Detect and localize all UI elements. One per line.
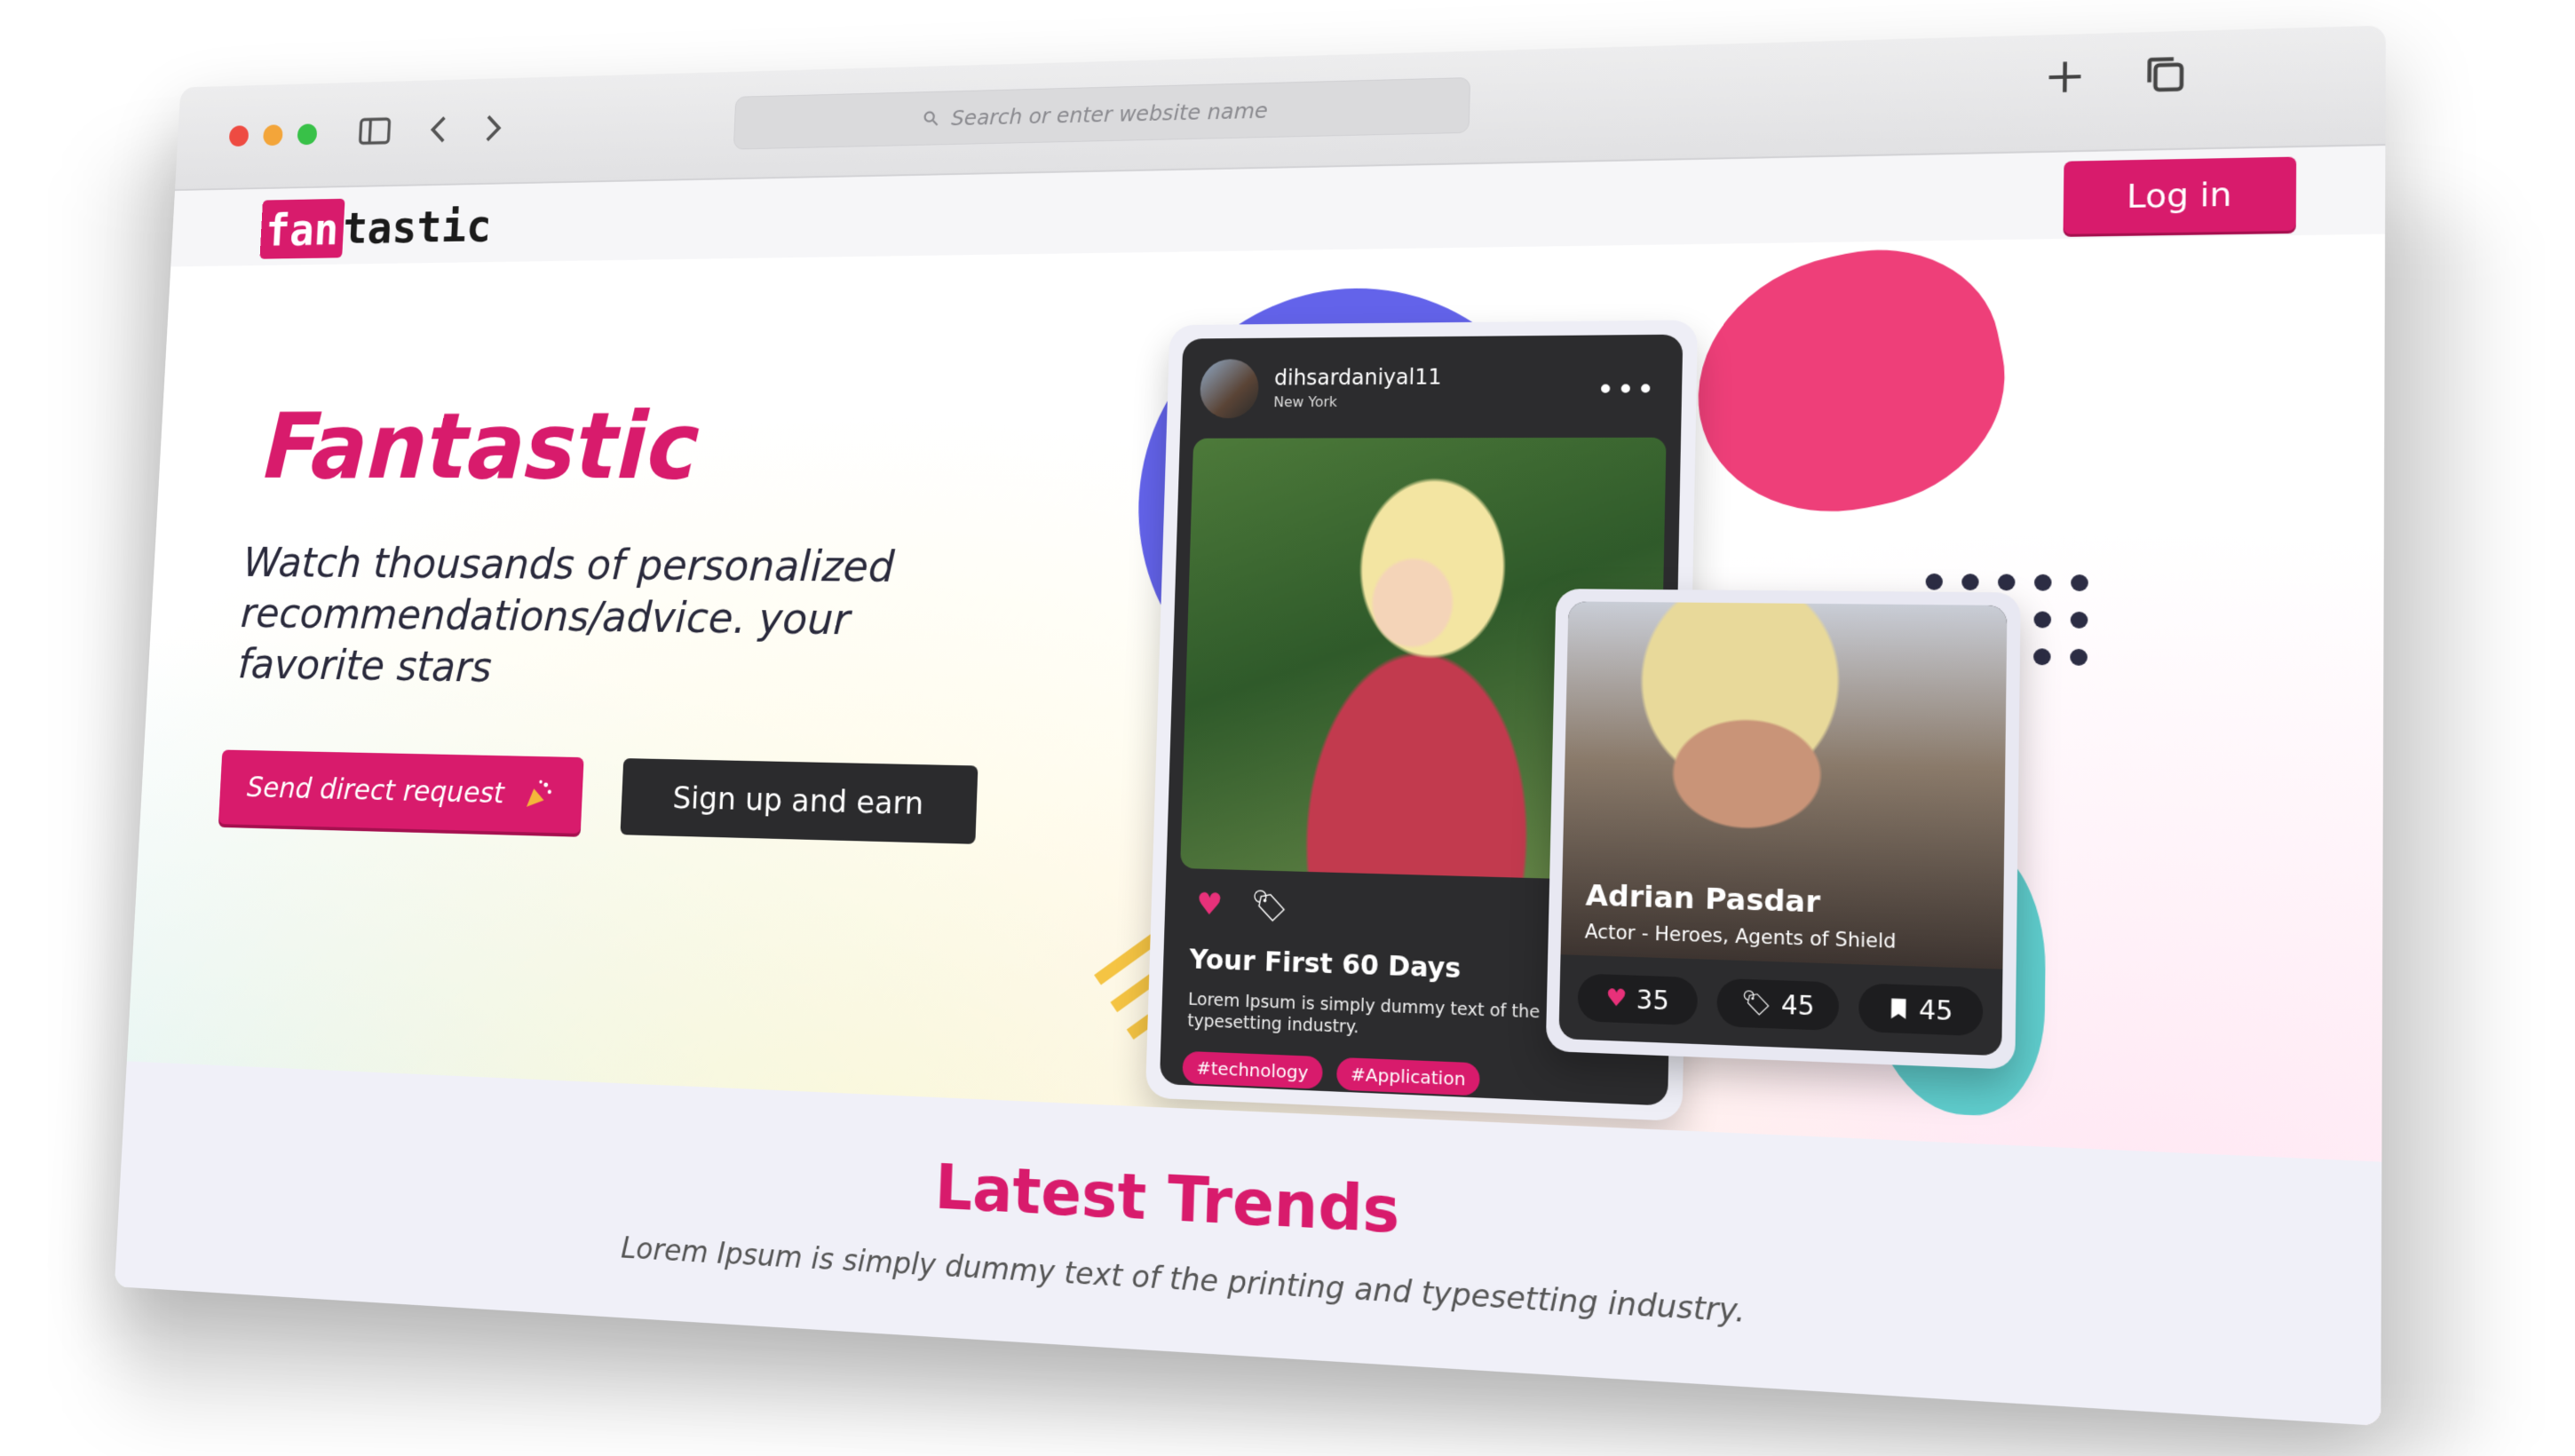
web-page: fan tastic Log in Fantastic Watch thousa… [114,146,2386,1427]
logo-highlight: fan [259,198,345,259]
send-request-label: Send direct request [246,771,505,811]
send-direct-request-button[interactable]: Send direct request [218,749,584,834]
sign-up-button[interactable]: Sign up and earn [620,758,979,844]
post-username[interactable]: dihsardaniyal11 [1274,365,1442,391]
tag-icon: 🏷 [1740,989,1772,1018]
post-title: Your First 60 Days [1188,944,1462,985]
hashtag-chip[interactable]: #Application [1335,1056,1481,1096]
window-controls [228,123,318,147]
close-window-button[interactable] [228,125,250,147]
sidebar-toggle-icon[interactable] [355,110,395,151]
heart-icon: ♥ [1605,984,1628,1013]
actor-card[interactable]: Adrian Pasdar Actor - Heroes, Agents of … [1545,589,2021,1070]
post-actions: ♥ 🏷 [1196,886,1289,924]
site-logo[interactable]: fan tastic [259,196,493,259]
hashtag-chip[interactable]: #technology [1182,1050,1323,1089]
bookmark-icon [1891,998,1906,1019]
post-hashtags: #technology #Application [1182,1050,1481,1096]
mockup-stage: Search or enter website name fan tastic … [0,0,2575,1456]
browser-window: Search or enter website name fan tastic … [114,25,2386,1427]
address-placeholder: Search or enter website name [950,97,1269,131]
actor-card-body: Adrian Pasdar Actor - Heroes, Agents of … [1558,601,2008,1056]
hero-subtitle: Watch thousands of personalized recommen… [236,538,896,692]
address-bar[interactable]: Search or enter website name [733,77,1471,150]
tags-count: 45 [1780,989,1815,1022]
actor-stats: ♥ 35 🏷 45 45 [1577,973,1984,1037]
hero-artwork: dihsardaniyal11 New York ••• ♥ 🏷 Your Fi… [1066,222,2276,1215]
hero-title: Fantastic [261,392,701,500]
saves-stat[interactable]: 45 [1858,983,1984,1037]
decor-pink-blob [1675,225,2028,537]
search-icon [922,109,940,128]
forward-arrow-icon[interactable] [472,107,512,149]
likes-stat[interactable]: ♥ 35 [1577,973,1699,1026]
back-arrow-icon[interactable] [419,109,459,151]
new-tab-plus-icon[interactable] [2040,53,2088,99]
saves-count: 45 [1918,993,1953,1026]
actor-name: Adrian Pasdar [1585,877,1821,920]
user-avatar[interactable] [1199,358,1260,418]
post-card-header: dihsardaniyal11 New York ••• [1199,352,1663,421]
minimize-window-button[interactable] [262,124,283,146]
like-heart-icon[interactable]: ♥ [1196,886,1224,922]
party-popper-icon [526,779,551,808]
tags-stat[interactable]: 🏷 45 [1716,977,1840,1032]
likes-count: 35 [1636,984,1670,1017]
logo-text: tastic [341,200,493,254]
post-location: New York [1273,393,1338,411]
maximize-window-button[interactable] [297,123,318,146]
more-options-icon[interactable]: ••• [1596,372,1657,408]
tab-overview-icon[interactable] [2141,51,2190,98]
tag-icon[interactable]: 🏷 [1250,888,1289,925]
